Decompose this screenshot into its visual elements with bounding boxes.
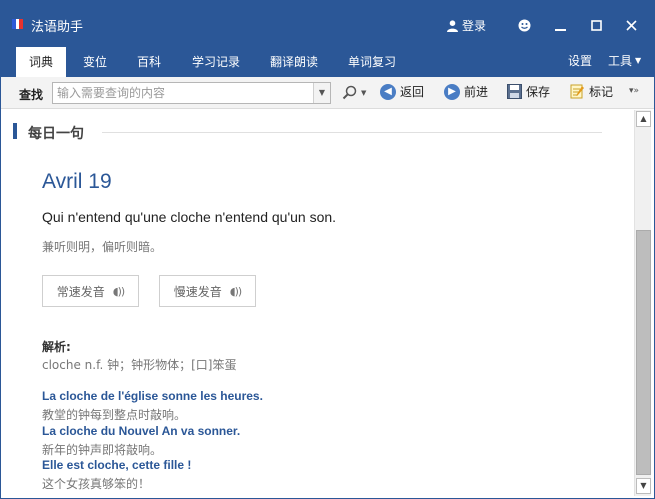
example-french: La cloche de l'église sonne les heures. xyxy=(42,389,263,403)
tab-dictionary[interactable]: 词典 xyxy=(16,47,66,77)
minimize-button[interactable] xyxy=(548,13,572,37)
bookmark-note-icon xyxy=(570,84,584,99)
smiley-icon xyxy=(518,19,530,31)
tab-conjugation[interactable]: 变位 xyxy=(71,47,119,77)
section-accent-bar xyxy=(13,123,17,139)
save-label: 保存 xyxy=(526,85,551,99)
tab-bar: 词典 变位 百科 学习记录 翻译朗读 单词复习 设置 工具 ▼ xyxy=(1,47,654,77)
example-french: La cloche du Nouvel An va sonner. xyxy=(42,424,241,438)
login-button[interactable]: 登录 xyxy=(447,17,486,34)
forward-button[interactable]: ▶ 前进 xyxy=(444,83,488,100)
normal-speed-audio-button[interactable]: 常速发音 ◖)) xyxy=(42,275,139,307)
slow-speed-label: 慢速发音 xyxy=(173,284,222,299)
example-chinese: 新年的钟声即将敲响。 xyxy=(42,443,163,457)
tab-study-records[interactable]: 学习记录 xyxy=(181,47,251,77)
example-chinese: 教堂的钟每到整点时敲响。 xyxy=(42,408,187,422)
scroll-up-button[interactable]: ▲ xyxy=(636,111,651,127)
back-button[interactable]: ◀ 返回 xyxy=(380,83,424,100)
daily-date: Avril 19 xyxy=(42,170,112,193)
analysis-text: cloche n.f. 钟；钟形物体；[口]笨蛋 xyxy=(42,358,237,372)
search-icon xyxy=(342,85,357,100)
daily-sentence-panel: 每日一句 Avril 19 Qui n'entend qu'une cloche… xyxy=(1,110,633,498)
search-label: 查找 xyxy=(19,88,44,102)
maximize-icon xyxy=(590,19,602,31)
forward-label: 前进 xyxy=(464,85,489,99)
example-chinese: 这个女孩真够笨的！ xyxy=(42,477,151,491)
scroll-down-button[interactable]: ▼ xyxy=(636,478,651,494)
toolbar: 查找 ▼ ▼ ◀ 返回 ▶ 前进 保存 xyxy=(1,77,654,109)
user-icon xyxy=(447,19,458,32)
title-bar: 法语助手 登录 xyxy=(1,1,654,47)
scrollbar-thumb[interactable] xyxy=(636,230,651,475)
chevron-down-icon: ▼ xyxy=(361,88,367,97)
slow-speed-audio-button[interactable]: 慢速发音 ◖)) xyxy=(159,275,256,307)
tab-encyclopedia[interactable]: 百科 xyxy=(125,47,173,77)
french-flag-icon xyxy=(12,19,24,29)
sound-wave-icon: ◖)) xyxy=(112,284,125,298)
analysis-label: 解析: xyxy=(42,340,71,354)
save-button[interactable]: 保存 xyxy=(507,83,550,100)
close-button[interactable] xyxy=(619,13,643,37)
tab-translate-read[interactable]: 翻译朗读 xyxy=(259,47,329,77)
login-label: 登录 xyxy=(462,19,487,33)
mark-button[interactable]: 标记 xyxy=(570,83,613,100)
skin-button[interactable] xyxy=(512,13,536,37)
overflow-chevron-icon: ▾» xyxy=(629,86,640,96)
tools-menu[interactable]: 工具 ▼ xyxy=(608,47,641,77)
sound-wave-icon: ◖)) xyxy=(229,284,242,298)
daily-sentence: Qui n'entend qu'une cloche n'entend qu'u… xyxy=(42,209,337,225)
daily-translation: 兼听则明，偏听则暗。 xyxy=(42,240,163,254)
search-input[interactable] xyxy=(57,85,309,101)
close-icon xyxy=(625,19,637,31)
maximize-button[interactable] xyxy=(584,13,608,37)
toolbar-overflow-button[interactable]: ▾» xyxy=(629,86,639,96)
mark-label: 标记 xyxy=(589,85,614,99)
search-history-dropdown[interactable]: ▼ xyxy=(313,83,330,103)
tab-word-review[interactable]: 单词复习 xyxy=(337,47,407,77)
search-button[interactable]: ▼ xyxy=(342,85,366,100)
normal-speed-label: 常速发音 xyxy=(56,284,105,299)
example-french: Elle est cloche, cette fille ! xyxy=(42,458,192,472)
vertical-scrollbar[interactable]: ▲ ▼ xyxy=(634,110,651,496)
app-title: 法语助手 xyxy=(31,20,84,35)
minimize-icon xyxy=(554,28,566,31)
section-title: 每日一句 xyxy=(28,126,84,142)
section-divider xyxy=(102,132,602,133)
arrow-left-icon: ◀ xyxy=(380,83,396,100)
back-label: 返回 xyxy=(400,85,425,99)
chevron-down-icon: ▼ xyxy=(635,56,642,65)
arrow-right-icon: ▶ xyxy=(444,83,460,100)
search-box: ▼ xyxy=(52,82,331,104)
tools-label: 工具 xyxy=(608,54,633,68)
settings-menu[interactable]: 设置 xyxy=(568,47,592,77)
app-window: 法语助手 登录 词典 变位 百科 学习记录 翻译朗读 单词复习 设置 工具 ▼ … xyxy=(0,0,655,499)
floppy-disk-icon xyxy=(507,84,522,99)
